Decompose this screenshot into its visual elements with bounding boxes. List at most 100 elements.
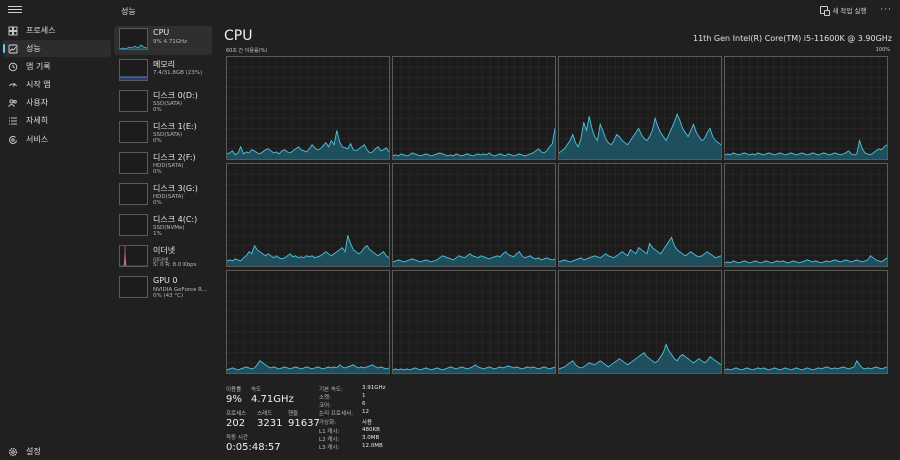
run-new-task-button[interactable]: 새 작업 실행 bbox=[820, 5, 867, 16]
resource-name: 디스크 4(C:) bbox=[153, 215, 198, 224]
resource-usage: 0% bbox=[153, 169, 162, 175]
spec-value: 3.0MB bbox=[362, 435, 380, 441]
cpu-core-graph bbox=[558, 270, 722, 374]
resource-detail: 7.4/31.8GB (23%) bbox=[153, 70, 203, 76]
cpu-core-graph bbox=[226, 56, 390, 160]
ethernet-thumbnail-graph bbox=[119, 245, 148, 267]
resource-usage: S: 0 R: 8.0 Kbps bbox=[153, 262, 197, 268]
spec-value: 3.91GHz bbox=[362, 385, 386, 391]
nav-pane: 프로세스 성능 앱 기록 시작 앱 사용자 자세히 서비스 설정 bbox=[0, 0, 112, 460]
resource-usage: 0% bbox=[153, 107, 162, 113]
nav-item-app-history[interactable]: 앱 기록 bbox=[3, 58, 111, 75]
toolbar: 새 작업 실행 ··· bbox=[820, 5, 892, 16]
nav-item-services[interactable]: 서비스 bbox=[3, 131, 111, 148]
cpu-core-graph bbox=[724, 56, 888, 160]
spec-value: 12.0MB bbox=[362, 443, 383, 449]
resource-name: 디스크 2(F:) bbox=[153, 153, 196, 162]
handles-label: 핸들 bbox=[288, 411, 299, 417]
disk-thumbnail-graph bbox=[119, 214, 148, 236]
resource-name: 디스크 3(G:) bbox=[153, 184, 198, 193]
spec-value: 사용 bbox=[362, 420, 373, 426]
cpu-core-chart bbox=[559, 271, 721, 373]
cpu-core-chart bbox=[393, 271, 555, 373]
cpu-core-chart bbox=[227, 271, 389, 373]
cpu-core-graphs bbox=[226, 56, 890, 374]
uptime-label: 작동 시간 bbox=[226, 435, 248, 441]
cpu-core-graph bbox=[392, 163, 556, 267]
nav-item-label: 프로세스 bbox=[26, 26, 56, 35]
processes-icon bbox=[8, 26, 18, 36]
new-task-icon bbox=[820, 6, 831, 16]
resource-name: 디스크 0(D:) bbox=[153, 91, 198, 100]
utilization-label: 60초 간 이용률(%) bbox=[226, 48, 268, 54]
resource-item-disk-3[interactable]: 디스크 3(G:) HDD(SATA) 0% bbox=[114, 181, 212, 210]
cpu-core-chart bbox=[559, 57, 721, 159]
nav-item-processes[interactable]: 프로세스 bbox=[3, 22, 111, 39]
cpu-core-graph bbox=[392, 270, 556, 374]
nav-item-label: 설정 bbox=[26, 447, 41, 456]
spec-label: L2 캐시: bbox=[319, 437, 340, 443]
nav-item-startup-apps[interactable]: 시작 앱 bbox=[3, 76, 111, 93]
spec-label: 기본 속도: bbox=[319, 387, 343, 393]
nav-item-details[interactable]: 자세히 bbox=[3, 112, 111, 129]
cpu-core-graph bbox=[558, 163, 722, 267]
cpu-core-chart bbox=[227, 57, 389, 159]
resource-name: GPU 0 bbox=[153, 276, 178, 285]
nav-item-label: 자세히 bbox=[26, 116, 49, 125]
resource-item-disk-1[interactable]: 디스크 1(E:) SSD(SATA) 0% bbox=[114, 119, 212, 148]
task-manager-window: 프로세스 성능 앱 기록 시작 앱 사용자 자세히 서비스 설정 성능 새 작업… bbox=[0, 0, 900, 460]
processes-label: 프로세스 bbox=[226, 411, 247, 417]
gear-icon bbox=[8, 447, 18, 457]
resource-usage: 0% bbox=[153, 138, 162, 144]
cpu-core-graph bbox=[392, 56, 556, 160]
nav-item-label: 성능 bbox=[26, 44, 41, 53]
nav-item-performance[interactable]: 성능 bbox=[3, 40, 111, 57]
spec-label: L1 캐시: bbox=[319, 429, 340, 435]
hamburger-menu-icon[interactable] bbox=[8, 4, 22, 16]
cpu-core-graph bbox=[558, 56, 722, 160]
resource-item-disk-0[interactable]: 디스크 0(D:) SSD(SATA) 0% bbox=[114, 88, 212, 117]
threads-value: 3231 bbox=[257, 418, 283, 429]
main-title: CPU bbox=[224, 28, 253, 44]
cpu-model-name: 11th Gen Intel(R) Core(TM) i5-11600K @ 3… bbox=[692, 34, 892, 43]
usage-label: 이용률 bbox=[226, 387, 242, 393]
cpu-core-graph bbox=[724, 163, 888, 267]
spec-label: 코어: bbox=[319, 403, 331, 409]
startup-apps-icon bbox=[8, 80, 18, 90]
cpu-core-graph bbox=[724, 270, 888, 374]
resource-usage: 1% bbox=[153, 231, 162, 237]
spec-value: 1 bbox=[362, 393, 366, 399]
max-percent-label: 100% bbox=[875, 47, 890, 53]
disk-thumbnail-graph bbox=[119, 183, 148, 205]
run-new-task-label: 새 작업 실행 bbox=[832, 7, 867, 15]
resource-name: CPU bbox=[153, 28, 170, 37]
cpu-core-chart bbox=[725, 57, 887, 159]
resource-detail: 9% 4.71GHz bbox=[153, 39, 188, 45]
nav-item-label: 앱 기록 bbox=[26, 62, 51, 71]
cpu-core-graph bbox=[226, 270, 390, 374]
usage-value: 9% bbox=[226, 394, 242, 405]
spec-value: 12 bbox=[362, 409, 369, 415]
resource-item-cpu[interactable]: CPU 9% 4.71GHz bbox=[114, 26, 212, 55]
resource-item-disk-2[interactable]: 디스크 2(F:) HDD(SATA) 0% bbox=[114, 150, 212, 179]
resource-item-disk-4[interactable]: 디스크 4(C:) SSD(NVMe) 1% bbox=[114, 212, 212, 241]
details-icon bbox=[8, 116, 18, 126]
threads-label: 스레드 bbox=[257, 411, 273, 417]
services-icon bbox=[8, 135, 18, 145]
disk-thumbnail-graph bbox=[119, 121, 148, 143]
resource-item-memory[interactable]: 메모리 7.4/31.8GB (23%) bbox=[114, 57, 212, 86]
cpu-core-chart bbox=[725, 164, 887, 266]
resource-item-ethernet[interactable]: 이더넷 이더넷 S: 0 R: 8.0 Kbps bbox=[114, 243, 212, 272]
processes-value: 202 bbox=[226, 418, 246, 429]
nav-item-label: 사용자 bbox=[26, 98, 49, 107]
nav-item-settings[interactable]: 설정 bbox=[3, 443, 111, 460]
nav-item-users[interactable]: 사용자 bbox=[3, 94, 111, 111]
resource-usage: 0% bbox=[153, 200, 162, 206]
resource-name: 메모리 bbox=[153, 60, 176, 69]
handles-value: 91637 bbox=[288, 418, 320, 429]
uptime-value: 0:05:48:57 bbox=[226, 442, 281, 453]
speed-label: 속도 bbox=[251, 387, 262, 393]
more-options-button[interactable]: ··· bbox=[880, 5, 892, 15]
page-title: 성능 bbox=[121, 7, 136, 16]
resource-item-gpu[interactable]: GPU 0 NVIDIA GeForce R... 0% (43 °C) bbox=[114, 274, 212, 303]
